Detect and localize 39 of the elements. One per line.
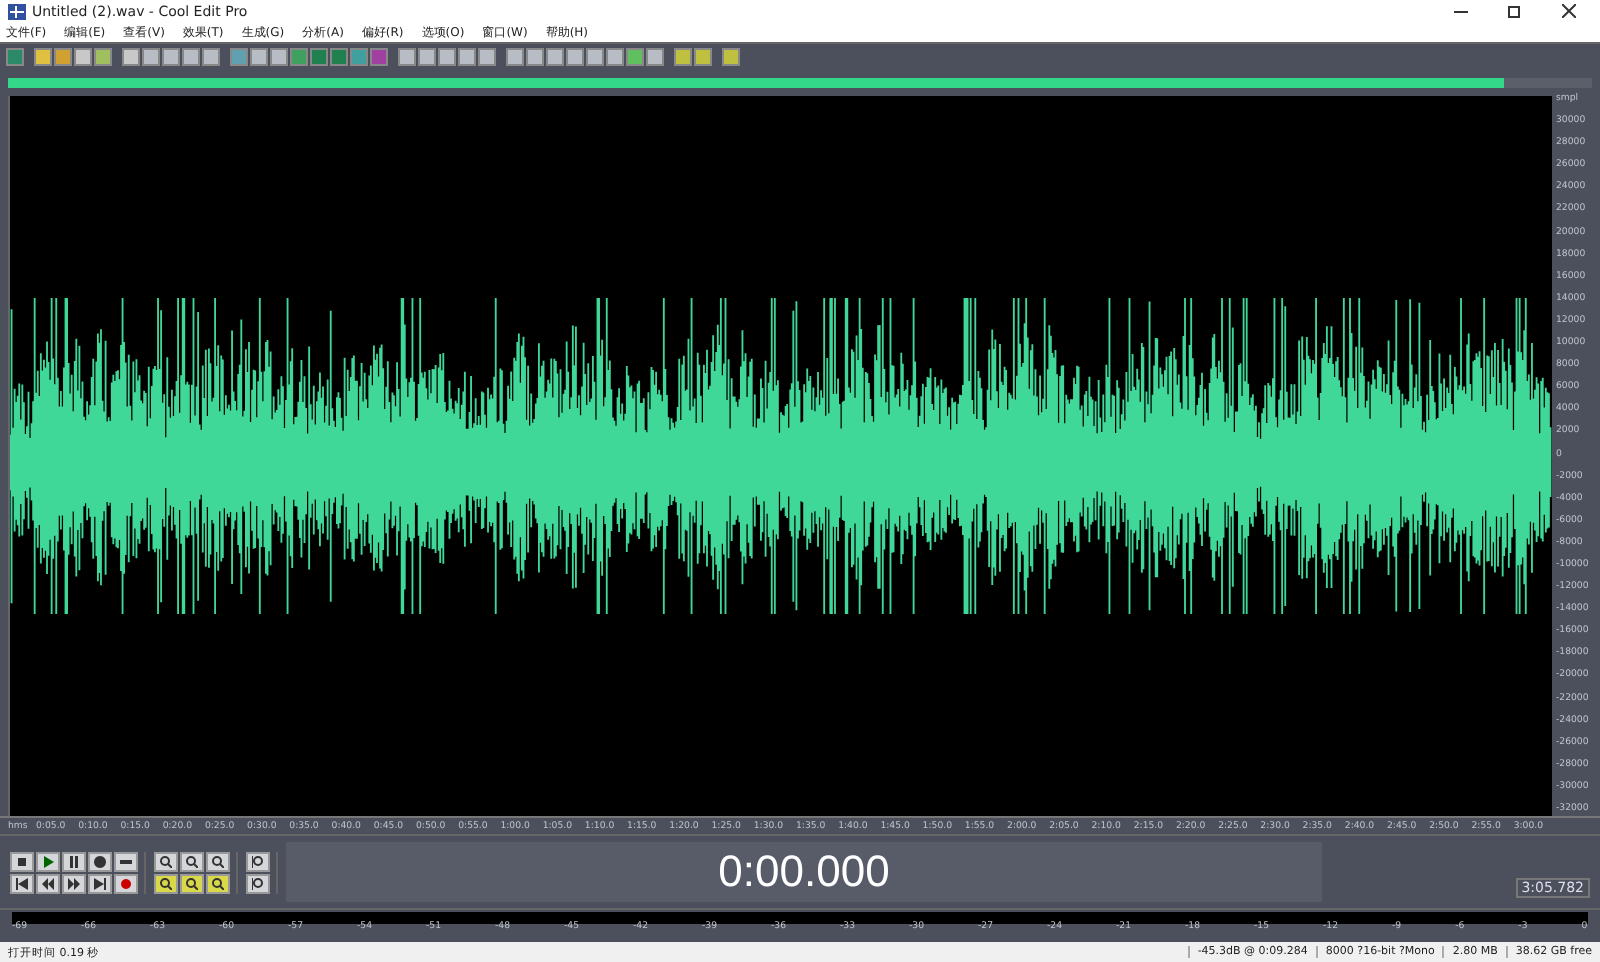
skip-forward-icon bbox=[94, 877, 106, 889]
close-icon bbox=[1561, 4, 1575, 18]
transport-button[interactable] bbox=[88, 873, 112, 893]
pause-icon bbox=[68, 855, 80, 867]
zoom-button[interactable] bbox=[206, 873, 230, 893]
loop-icon bbox=[120, 855, 132, 867]
transport-button[interactable] bbox=[10, 851, 34, 871]
skip-back-icon bbox=[16, 877, 28, 889]
magnifier-icon bbox=[186, 877, 198, 889]
waveform-display[interactable] bbox=[8, 96, 1552, 816]
transport-button[interactable] bbox=[36, 873, 60, 893]
transport-button[interactable] bbox=[36, 851, 60, 871]
rewind-icon bbox=[42, 877, 54, 889]
time-readout: 0:00.000 bbox=[718, 846, 890, 898]
magnifier-icon bbox=[160, 855, 172, 867]
fast-forward-icon bbox=[68, 877, 80, 889]
magnifier-icon bbox=[186, 855, 198, 867]
transport-button[interactable] bbox=[114, 851, 138, 871]
zoom-button[interactable] bbox=[206, 851, 230, 871]
zoom-button[interactable] bbox=[154, 851, 178, 871]
magnifier-icon bbox=[212, 855, 224, 867]
zoom-button[interactable] bbox=[180, 873, 204, 893]
zoom-button[interactable] bbox=[154, 873, 178, 893]
zoom-button[interactable] bbox=[246, 851, 270, 871]
zoom-button[interactable] bbox=[246, 873, 270, 893]
magnifier-icon bbox=[160, 877, 172, 889]
magnifier-icon bbox=[252, 855, 264, 867]
transport-button[interactable] bbox=[62, 873, 86, 893]
record-icon bbox=[120, 877, 132, 889]
transport-button[interactable] bbox=[62, 851, 86, 871]
transport-button[interactable] bbox=[88, 851, 112, 871]
zoom-button[interactable] bbox=[180, 851, 204, 871]
magnifier-icon bbox=[212, 877, 224, 889]
transport-button[interactable] bbox=[114, 873, 138, 893]
stop-icon bbox=[16, 855, 28, 867]
magnifier-icon bbox=[252, 877, 264, 889]
restore-icon bbox=[1507, 4, 1521, 18]
transport-button[interactable] bbox=[10, 873, 34, 893]
play-icon bbox=[42, 855, 54, 867]
